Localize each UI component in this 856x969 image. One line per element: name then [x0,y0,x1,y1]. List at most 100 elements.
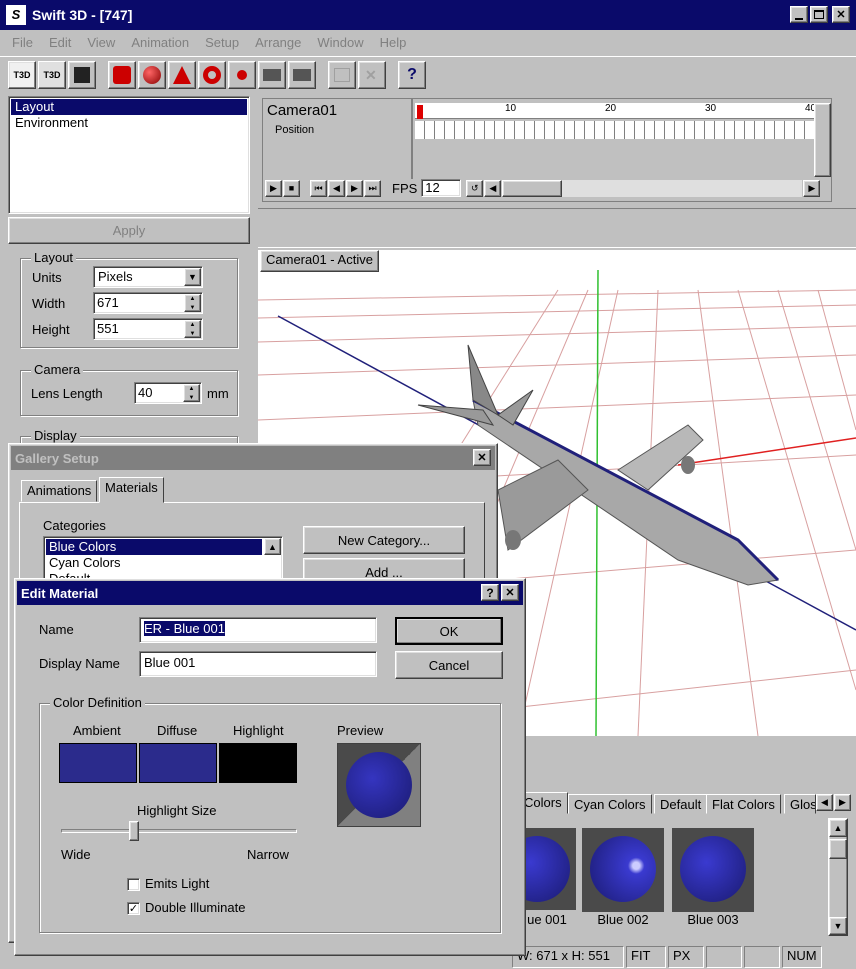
next-frame-button[interactable]: ▶ [346,179,363,197]
disabled-tool-2[interactable]: ✕ [358,60,386,89]
emits-light-checkbox[interactable] [127,878,140,891]
gallery-item-2[interactable]: Blue 002 [582,828,664,927]
fps-input[interactable]: 12 [421,179,462,197]
timeline-hscroll-track[interactable] [502,179,803,197]
gallery-item-3[interactable]: Blue 003 [672,828,754,927]
height-spinner[interactable]: ▲ ▼ [184,320,201,338]
extrude-button[interactable] [108,60,136,89]
height-input[interactable]: 551 ▲ ▼ [93,318,203,340]
highlight-size-label: Highlight Size [137,803,217,818]
scroll-left-button[interactable]: ◀ [484,179,502,197]
maximize-button[interactable] [810,6,828,23]
sphere-icon [143,65,161,84]
save-button[interactable] [68,60,96,89]
list-item-layout[interactable]: Layout [11,99,247,115]
tab-materials[interactable]: Materials [99,477,164,503]
torus-button[interactable] [198,60,226,89]
ok-button[interactable]: OK [395,617,503,645]
loop-button[interactable]: ↺ [466,179,484,197]
category-item[interactable]: Cyan Colors [46,555,280,571]
gallery-tab-scroll-left[interactable]: ◀ [816,794,833,811]
last-frame-button[interactable]: ⏭ [364,179,381,197]
keyframe-track[interactable] [415,121,827,139]
disabled-tool-1[interactable] [328,60,356,89]
app-title-bar: S Swift 3D - [747] ✕ [0,0,856,30]
menu-file[interactable]: File [4,35,41,50]
categories-scroll-up[interactable]: ▲ [264,538,281,555]
gallery-tab-scroll-right[interactable]: ▶ [834,794,851,811]
menu-help[interactable]: Help [372,35,415,50]
stop-button[interactable]: ■ [283,179,300,197]
help-arrow-icon: ? [407,65,417,83]
camera-view-button[interactable] [288,60,316,89]
minimize-button[interactable] [790,6,808,23]
edit-material-close-button[interactable]: ✕ [501,584,519,601]
highlight-size-slider[interactable] [61,829,297,833]
scroll-right-button[interactable]: ▶ [803,179,821,197]
menu-window[interactable]: Window [309,35,371,50]
help-button[interactable]: ? [481,584,499,601]
sphere-button[interactable] [138,60,166,89]
gallery-setup-close-button[interactable]: ✕ [473,449,491,466]
gallery-tab-flat[interactable]: Flat Colors [706,794,781,814]
lens-spinner[interactable]: ▲ ▼ [183,384,200,402]
gallery-scroll-thumb[interactable] [829,839,847,859]
display-name-value: Blue 001 [144,655,196,670]
help-tool-button[interactable]: ? [398,60,426,89]
close-button[interactable]: ✕ [832,6,850,23]
first-frame-button[interactable]: ⏮ [310,179,327,197]
width-spinner[interactable]: ▲ ▼ [184,294,201,312]
menu-animation[interactable]: Animation [123,35,197,50]
gallery-item-1[interactable]: ue 001 [518,828,576,927]
gallery-tab-cyan[interactable]: Cyan Colors [568,794,652,814]
camera-add-button[interactable] [258,60,286,89]
preview-label: Preview [337,723,384,738]
open-t3d-button[interactable]: T3D [38,60,66,89]
units-select[interactable]: Pixels ▼ [93,266,203,288]
gallery-item-3-label: Blue 003 [672,912,754,927]
name-input[interactable]: ER - Blue 001 [139,617,377,643]
new-t3d-button[interactable]: T3D [8,60,36,89]
cone-button[interactable] [168,60,196,89]
play-button[interactable]: ▶ [265,179,282,197]
tab-animations[interactable]: Animations [21,480,98,502]
ambient-swatch[interactable] [59,743,137,783]
menu-view[interactable]: View [79,35,123,50]
gallery-tab-gloss[interactable]: Glos [784,794,816,814]
category-item[interactable]: Blue Colors [46,539,262,555]
timeline-vscroll[interactable] [814,103,831,177]
list-item-environment[interactable]: Environment [11,115,247,131]
light-button[interactable] [228,60,256,89]
cancel-button[interactable]: Cancel [395,651,503,679]
menu-setup[interactable]: Setup [197,35,247,50]
gallery-tab-default[interactable]: Default [654,794,708,814]
prev-frame-button[interactable]: ◀ [328,179,345,197]
maximize-icon [814,10,824,19]
light-icon [237,69,247,80]
apply-button[interactable]: Apply [8,217,250,244]
gallery-tab-cyan-label: Cyan Colors [574,797,646,812]
highlight-swatch[interactable] [219,743,297,783]
height-label: Height [32,322,70,337]
gallery-vscroll[interactable]: ▲ ▼ [828,818,848,936]
lens-length-input[interactable]: 40 ▲ ▼ [134,382,202,404]
timeline-camera-label[interactable]: Camera01 [267,102,337,119]
highlight-size-thumb[interactable] [128,821,139,841]
playhead-marker[interactable] [417,105,423,119]
gallery-setup-title-bar: Gallery Setup ✕ [11,446,495,470]
diffuse-swatch[interactable] [139,743,217,783]
timeline-hscroll-thumb[interactable] [502,179,563,197]
menu-arrange[interactable]: Arrange [247,35,309,50]
name-label: Name [39,622,74,637]
display-name-input[interactable]: Blue 001 [139,651,377,677]
timeline-position-label[interactable]: Position [275,124,314,136]
gallery-scroll-up[interactable]: ▲ [829,819,847,837]
status-px: PX [668,946,704,968]
menu-edit[interactable]: Edit [41,35,79,50]
gallery-scroll-down[interactable]: ▼ [829,917,847,935]
height-value: 551 [97,321,119,336]
edit-material-title-bar: Edit Material ? ✕ [17,581,523,605]
new-category-button[interactable]: New Category... [303,526,465,554]
width-input[interactable]: 671 ▲ ▼ [93,292,203,314]
double-illuminate-checkbox[interactable]: ✓ [127,902,140,915]
